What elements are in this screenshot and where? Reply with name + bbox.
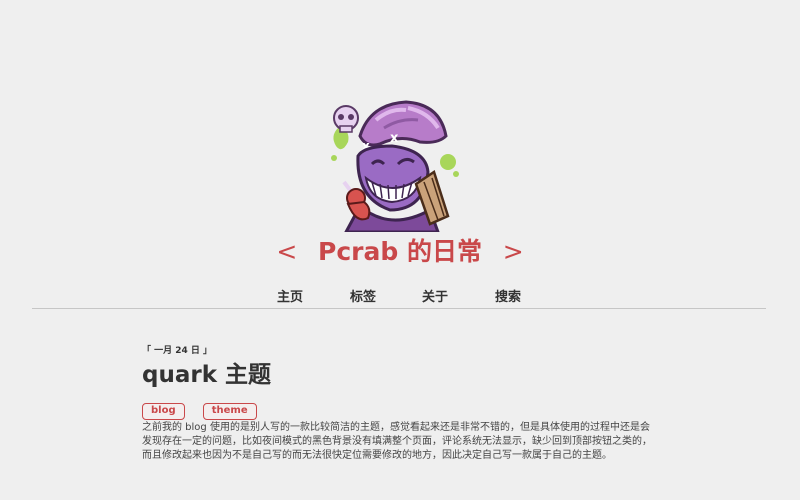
nav-item-about[interactable]: 关于 [422, 286, 448, 305]
site-avatar: x x [320, 98, 466, 234]
post-card: 「 一月 24 日 」 quark 主题 blog theme 之前我的 blo… [142, 344, 662, 473]
main-nav: 主页 标签 关于 搜索 [0, 286, 800, 305]
cartoon-monster-avatar-icon: x x [331, 100, 459, 234]
tag-blog[interactable]: blog [142, 403, 185, 420]
post-title[interactable]: quark 主题 [142, 360, 662, 390]
title-right-chevron: > [502, 237, 524, 266]
nav-item-search[interactable]: 搜索 [495, 286, 521, 305]
post-excerpt: 之前我的 blog 使用的是别人写的一款比较简洁的主题，感觉看起来还是非常不错的… [142, 422, 652, 461]
svg-text:x: x [390, 131, 399, 146]
title-left-chevron: < [276, 237, 298, 266]
nav-divider [32, 308, 766, 309]
tag-theme[interactable]: theme [202, 403, 257, 420]
site-title-text: Pcrab 的日常 [318, 237, 482, 266]
post-tags: blog theme [142, 398, 662, 420]
site-title[interactable]: < Pcrab 的日常 > [0, 232, 800, 268]
nav-item-home[interactable]: 主页 [277, 286, 303, 305]
post-date: 「 一月 24 日 」 [142, 346, 213, 356]
nav-item-tags[interactable]: 标签 [350, 286, 376, 305]
